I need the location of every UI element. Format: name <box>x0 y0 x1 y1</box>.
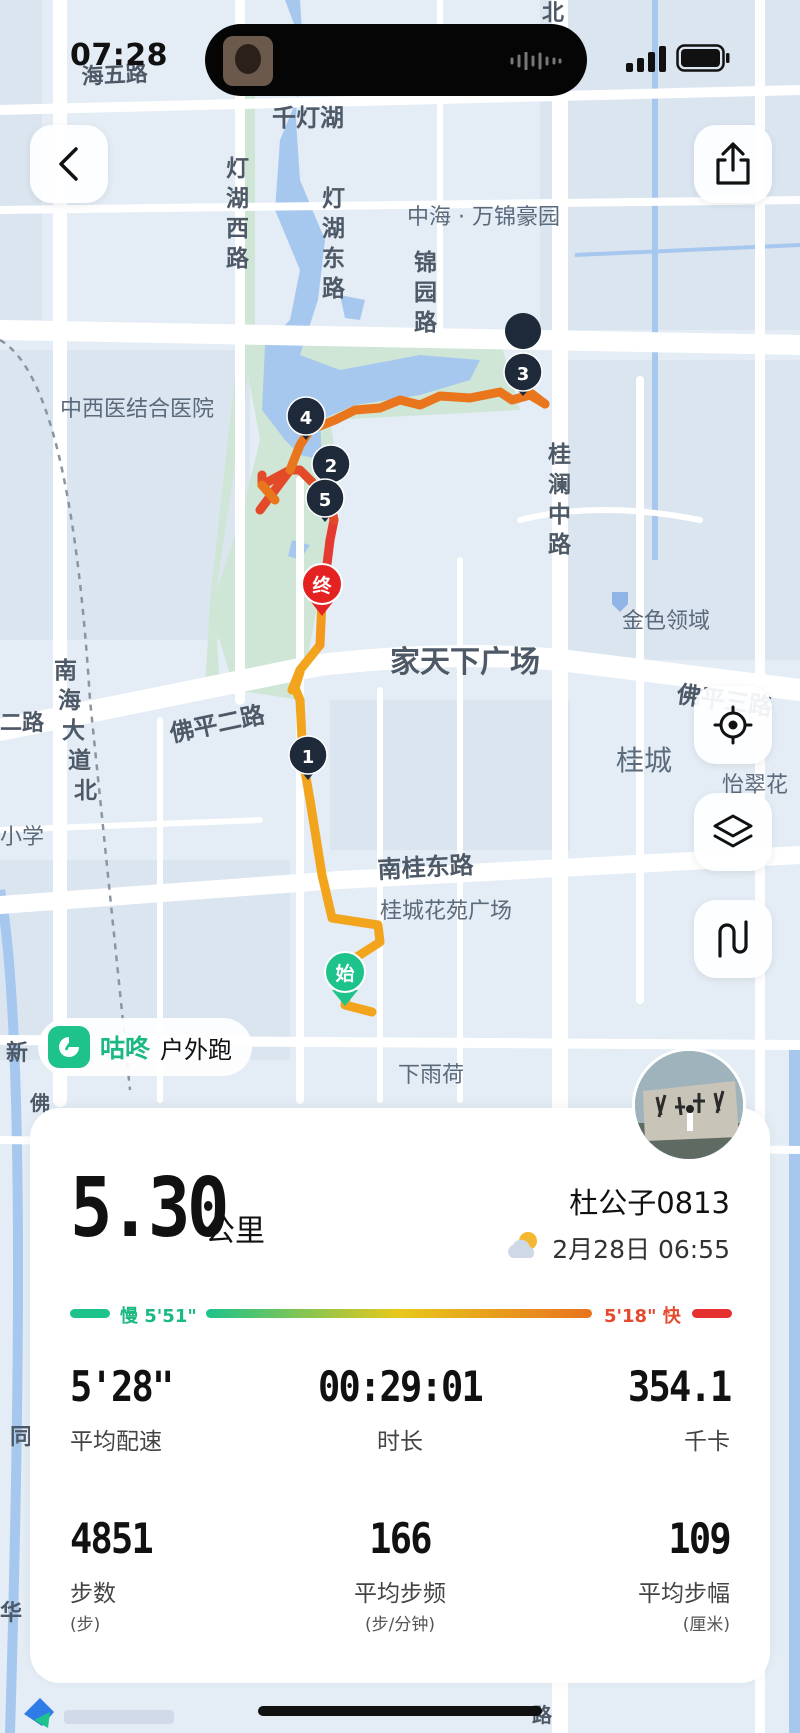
layers-icon <box>713 814 753 848</box>
road-label-denghu-xi-4: 路 <box>226 245 250 272</box>
weather-partly-cloudy-icon <box>508 1232 537 1258</box>
svg-text:始: 始 <box>335 962 354 985</box>
duration-label: 时长 <box>377 1429 423 1455</box>
amap-logo-icon <box>24 1698 174 1728</box>
pace-slow-label: 慢 5'51" <box>120 1306 197 1327</box>
signal-icon <box>626 46 666 72</box>
place-label-guicheng: 桂城 <box>616 744 672 777</box>
svg-text:4: 4 <box>300 408 313 429</box>
road-label-denghu-dong-1: 灯 <box>322 186 345 212</box>
place-label-xiayuhe: 下雨荷 <box>398 1063 464 1088</box>
road-label-denghu-xi-3: 西 <box>226 216 249 242</box>
stride-unit: (厘米) <box>682 1615 730 1635</box>
back-button[interactable] <box>30 125 108 203</box>
calories-label: 千卡 <box>684 1429 730 1455</box>
map-layers-button[interactable] <box>694 793 772 871</box>
cadence-unit: (步/分钟) <box>365 1615 435 1635</box>
road-label-nanhai-2: 海 <box>58 687 81 714</box>
workout-type: 户外跑 <box>160 1035 233 1064</box>
place-label-zhonghai: 中海 · 万锦豪园 <box>407 205 560 230</box>
brand-name: 咕咚 <box>100 1034 151 1063</box>
road-label-denghu-dong-2: 湖 <box>322 216 345 242</box>
road-label-denghu-xi-1: 灯 <box>226 156 249 182</box>
distance-unit: 公里 <box>205 1214 265 1249</box>
battery-icon <box>676 44 730 72</box>
chevron-left-icon <box>59 147 78 181</box>
place-label-hospital: 中西医结合医院 <box>60 397 214 422</box>
road-label-denghu-xi-2: 湖 <box>226 186 249 212</box>
stride-value: 109 <box>668 1514 732 1563</box>
road-label-jinyuan-2: 园 <box>414 280 437 306</box>
road-label-xin: 新 <box>6 1040 28 1066</box>
road-label-jinyuan-1: 锦 <box>414 249 437 276</box>
place-label-xiaoxue: 小学 <box>0 825 44 850</box>
road-label-bei: 北 <box>542 1 564 26</box>
svg-text:终: 终 <box>312 574 332 597</box>
now-playing-thumbnail <box>223 36 273 86</box>
route-path-icon <box>718 920 748 958</box>
audio-wave-icon <box>510 52 562 70</box>
road-label-nanhai-5: 北 <box>74 778 97 804</box>
road-label-guilan-2: 澜 <box>548 472 571 498</box>
app-brand-badge: 咕咚 户外跑 <box>38 1018 253 1076</box>
pace-fast-label: 5'18" 快 <box>604 1306 681 1327</box>
route-replay-button[interactable] <box>694 900 772 978</box>
svg-text:1: 1 <box>302 747 315 768</box>
workout-datetime: 2月28日 06:55 <box>552 1235 730 1264</box>
calories-value: 354.1 <box>627 1362 732 1411</box>
place-label-jinse: 金色领域 <box>622 609 710 634</box>
svg-text:2: 2 <box>325 456 338 477</box>
road-label-guilan-3: 中 <box>548 502 571 528</box>
cadence-value: 166 <box>369 1514 432 1563</box>
road-label-nanhai-4: 道 <box>68 747 91 774</box>
road-label-denghu-dong-4: 路 <box>322 275 346 302</box>
place-label-jiatianxia: 家天下广场 <box>390 645 540 680</box>
road-label-nanhai-3: 大 <box>62 718 85 744</box>
user-name: 杜公子0813 <box>569 1186 730 1220</box>
road-label-erlu: 二路 <box>0 710 45 736</box>
locate-button[interactable] <box>694 686 772 764</box>
place-label-qiandenghu: 千灯湖 <box>272 104 344 132</box>
road-label-nanhai-1: 南 <box>54 658 77 684</box>
road-label-jinyuan-3: 路 <box>414 309 438 336</box>
road-label-guilan-1: 桂 <box>548 442 571 468</box>
road-label-denghu-dong-3: 东 <box>322 245 345 272</box>
svg-text:5: 5 <box>319 490 332 511</box>
share-button[interactable] <box>694 125 772 203</box>
avatar[interactable] <box>632 1048 746 1162</box>
share-icon <box>716 142 750 185</box>
dynamic-island[interactable] <box>205 24 587 96</box>
road-label-guilan-4: 路 <box>548 531 572 558</box>
locate-icon <box>713 705 753 745</box>
home-indicator[interactable] <box>258 1706 542 1716</box>
status-time: 07:28 <box>70 38 168 73</box>
run-detail-screen: 海五路 千灯湖 灯 湖 西 路 灯 湖 东 路 锦 园 路 桂 澜 中 路 南 … <box>0 0 800 1733</box>
place-label-guicheng-huayuan: 桂城花苑广场 <box>380 899 512 924</box>
road-label-nangui-dong: 南桂东路 <box>377 851 475 884</box>
svg-text:3: 3 <box>517 364 530 385</box>
distance-value: 5.30 <box>70 1161 230 1256</box>
codoon-logo-icon <box>48 1026 90 1068</box>
stride-label: 平均步幅 <box>638 1581 730 1607</box>
